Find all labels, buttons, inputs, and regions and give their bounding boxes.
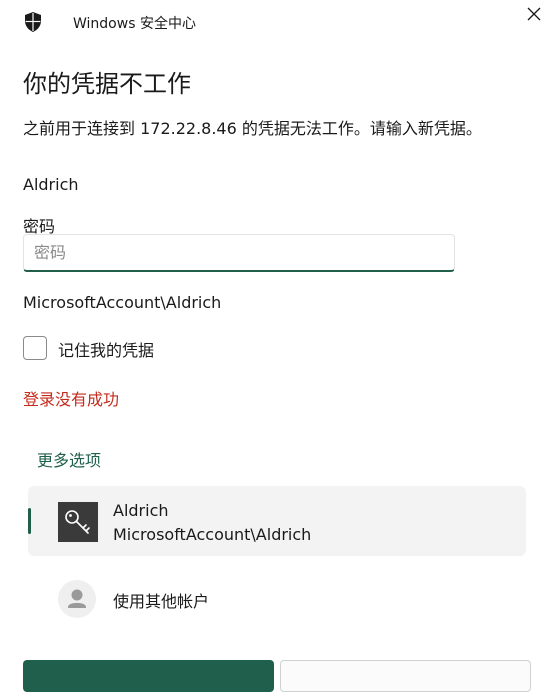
remember-credentials-checkbox[interactable] <box>23 336 47 360</box>
dialog-description: 之前用于连接到 172.22.8.46 的凭据无法工作。请输入新凭据。 <box>23 119 482 138</box>
selection-indicator <box>28 508 31 534</box>
credential-option-aldrich[interactable] <box>28 486 526 556</box>
use-other-account-option[interactable] <box>28 575 526 623</box>
key-icon <box>58 502 98 542</box>
credential-name: Aldrich <box>113 501 169 520</box>
more-options-link[interactable]: 更多选项 <box>37 447 101 471</box>
account-domain-text: MicrosoftAccount\Aldrich <box>23 293 222 312</box>
shield-icon <box>25 12 41 32</box>
close-icon[interactable] <box>522 2 546 26</box>
username-text: Aldrich <box>23 175 79 194</box>
user-icon <box>58 580 96 618</box>
window-title: Windows 安全中心 <box>73 16 196 32</box>
remember-credentials-label[interactable]: 记住我的凭据 <box>58 337 154 361</box>
cancel-button[interactable] <box>280 660 531 692</box>
use-other-account-label: 使用其他帐户 <box>113 592 210 611</box>
credential-account: MicrosoftAccount\Aldrich <box>113 525 312 544</box>
page-title: 你的凭据不工作 <box>23 70 191 98</box>
login-error-message: 登录没有成功 <box>23 390 120 409</box>
ok-button[interactable] <box>23 660 274 692</box>
password-field[interactable] <box>23 234 455 272</box>
